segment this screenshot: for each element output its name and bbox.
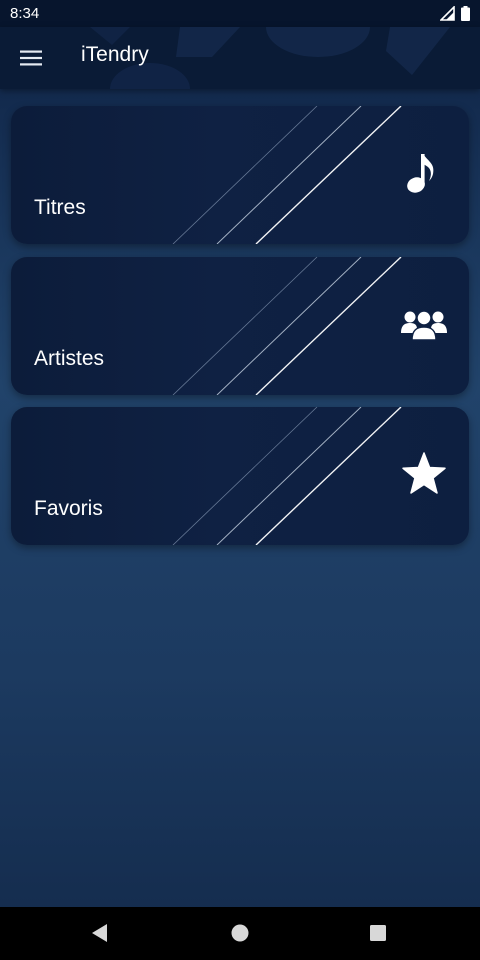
system-nav-bar [0,907,480,960]
card-label-favoris: Favoris [34,497,103,520]
music-note-icon [407,154,434,193]
status-bar: 8:34 [0,0,480,27]
card-label-titres: Titres [34,196,86,219]
back-icon[interactable] [88,921,112,945]
recents-icon[interactable] [366,921,390,945]
battery-icon [461,6,470,21]
card-titres[interactable]: Titres [11,106,469,244]
app-bar-decoration [90,27,450,89]
card-artistes[interactable]: Artistes [11,257,469,395]
app-screen: 8:34 iTendry Titres Artistes Favoris [0,0,480,960]
card-favoris[interactable]: Favoris [11,407,469,545]
hamburger-menu-icon [20,50,42,66]
home-icon[interactable] [228,921,252,945]
status-icons [440,6,470,21]
app-title: iTendry [81,43,149,66]
app-bar: iTendry [0,27,480,89]
menu-button[interactable] [14,42,48,74]
group-icon [401,310,447,341]
card-label-artistes: Artistes [34,347,105,370]
signal-icon [440,6,455,21]
status-time: 8:34 [10,5,40,22]
star-icon [402,452,446,494]
